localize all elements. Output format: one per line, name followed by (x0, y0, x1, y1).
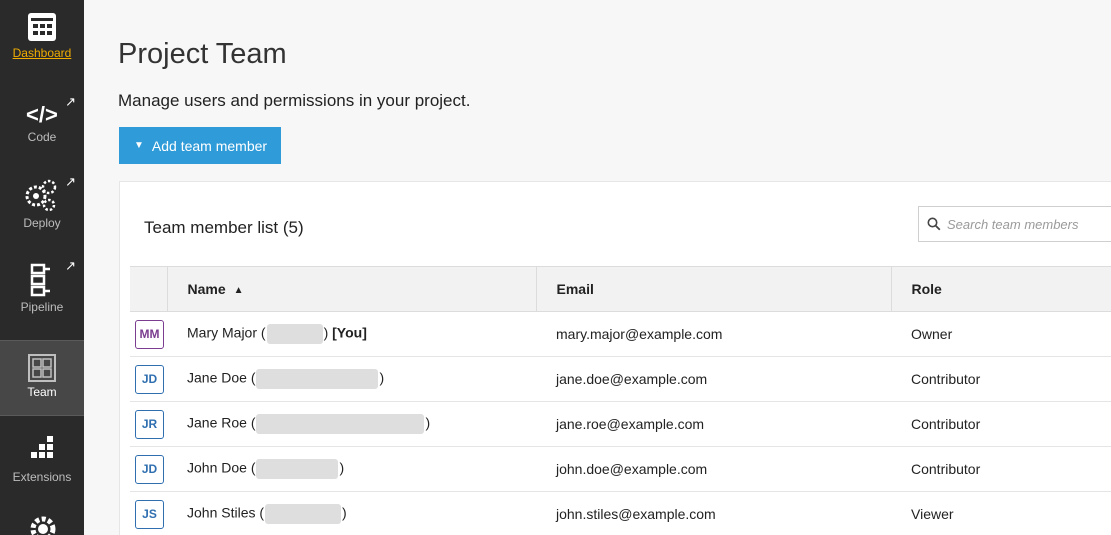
role-cell: Viewer (891, 491, 1111, 535)
name-cell: Mary Major () [You] (167, 311, 536, 357)
sidebar-item-label: Deploy (23, 216, 61, 230)
avatar-cell: JD (130, 446, 167, 492)
role-column-header[interactable]: Role (891, 266, 1111, 312)
avatar: JD (135, 454, 164, 484)
member-name-end: ) (323, 324, 329, 341)
sidebar-item-label: Team (27, 385, 57, 399)
table-row[interactable]: JD John Doe () john.doe@example.com Cont… (130, 446, 1111, 492)
table-row[interactable]: JS John Stiles () john.stiles@example.co… (130, 491, 1111, 535)
sidebar-item-extensions[interactable]: Extensions (0, 434, 84, 484)
avatar: MM (135, 319, 164, 349)
avatar-cell: MM (130, 311, 167, 357)
member-name-end: ) (342, 504, 347, 521)
redacted-username (256, 459, 339, 479)
member-name-end: ) (379, 369, 385, 386)
main-content: Project Team Manage users and permission… (84, 0, 1111, 535)
sidebar-item-label: Dashboard (12, 46, 72, 60)
sidebar-item-code[interactable]: </> ↗ Code (0, 94, 84, 144)
avatar-cell: JD (130, 356, 167, 402)
team-member-panel: Team member list (5) Name▲ E (119, 181, 1111, 535)
email-cell: jane.doe@example.com (536, 356, 891, 402)
app-window: Dashboard </> ↗ Code ↗ Deploy ↗ Pipeline… (0, 0, 1111, 535)
code-icon: </> (26, 102, 58, 127)
table-row[interactable]: JD Jane Doe () jane.doe@example.com Cont… (130, 356, 1111, 402)
sidebar-item-label: Extensions (12, 470, 72, 484)
member-name-end: ) (425, 414, 431, 431)
redacted-username (256, 414, 425, 434)
name-cell: John Doe () (167, 446, 536, 492)
redacted-username (256, 369, 379, 389)
sidebar: Dashboard </> ↗ Code ↗ Deploy ↗ Pipeline… (0, 0, 84, 535)
pipeline-icon (30, 263, 50, 297)
gears-icon (25, 179, 57, 212)
name-cell: John Stiles () (167, 491, 536, 535)
search-input[interactable] (947, 216, 1111, 232)
extensions-icon (31, 436, 53, 458)
search-icon (927, 217, 941, 231)
role-cell: Contributor (891, 401, 1111, 447)
team-list-title: Team member list (5) (144, 218, 304, 237)
role-cell: Contributor (891, 356, 1111, 402)
name-header-label: Name (187, 281, 226, 297)
external-link-icon: ↗ (65, 174, 76, 189)
email-column-header[interactable]: Email (536, 266, 892, 312)
you-tag: [You] (332, 324, 367, 341)
sidebar-item-deploy[interactable]: ↗ Deploy (0, 174, 84, 230)
add-team-member-label: Add team member (151, 137, 268, 154)
caret-down-icon: ▼ (134, 140, 144, 151)
email-cell: john.doe@example.com (536, 446, 891, 492)
avatar-column-header (130, 266, 168, 312)
team-grid-icon (28, 354, 56, 382)
external-link-icon: ↗ (65, 94, 76, 109)
sidebar-item-label: Code (27, 130, 57, 144)
team-member-table: Name ▲ Email Role MM Mary Major () [You… (130, 266, 1111, 535)
table-row[interactable]: MM Mary Major () [You] mary.major@exampl… (130, 311, 1111, 357)
sidebar-item-team[interactable]: Team (0, 340, 84, 416)
add-team-member-button[interactable]: ▼ Add team member (119, 127, 282, 164)
table-header-row: Name ▲ Email Role (130, 266, 1111, 312)
avatar: JD (135, 364, 164, 394)
search-box[interactable] (918, 206, 1111, 242)
email-cell: john.stiles@example.com (536, 491, 891, 535)
redacted-username (265, 504, 342, 524)
member-name: Mary Major ( (187, 324, 266, 341)
sidebar-item-label: Pipeline (20, 300, 64, 314)
external-link-icon: ↗ (65, 258, 76, 273)
table-row[interactable]: JR Jane Roe () jane.roe@example.com Cont… (130, 401, 1111, 447)
dashboard-grid-icon (28, 13, 56, 41)
sidebar-item-pipeline[interactable]: ↗ Pipeline (0, 258, 84, 314)
sort-ascending-icon: ▲ (233, 285, 244, 296)
member-name: John Stiles ( (187, 504, 265, 521)
avatar-cell: JS (130, 491, 167, 535)
name-cell: Jane Doe () (167, 356, 536, 402)
role-header-label: Role (911, 281, 942, 297)
avatar: JR (135, 409, 164, 439)
svg-text:</>: </> (26, 102, 58, 127)
name-cell: Jane Roe () (167, 401, 536, 447)
member-name: John Doe ( (187, 459, 256, 476)
email-header-label: Email (556, 281, 594, 297)
role-cell: Owner (891, 311, 1111, 357)
settings-gear-icon[interactable] (28, 514, 58, 535)
sidebar-item-dashboard[interactable]: Dashboard (0, 10, 84, 60)
page-title: Project Team (118, 38, 287, 70)
member-name-end: ) (339, 459, 345, 476)
name-column-header[interactable]: Name ▲ (167, 266, 537, 312)
redacted-username (266, 324, 323, 344)
email-cell: mary.major@example.com (536, 311, 891, 357)
member-name: Jane Doe ( (187, 369, 256, 386)
avatar: JS (135, 499, 164, 529)
member-name: Jane Roe ( (187, 414, 256, 431)
role-cell: Contributor (891, 446, 1111, 492)
email-cell: jane.roe@example.com (536, 401, 891, 447)
page-subtitle: Manage users and permissions in your pro… (118, 91, 471, 110)
avatar-cell: JR (130, 401, 167, 447)
